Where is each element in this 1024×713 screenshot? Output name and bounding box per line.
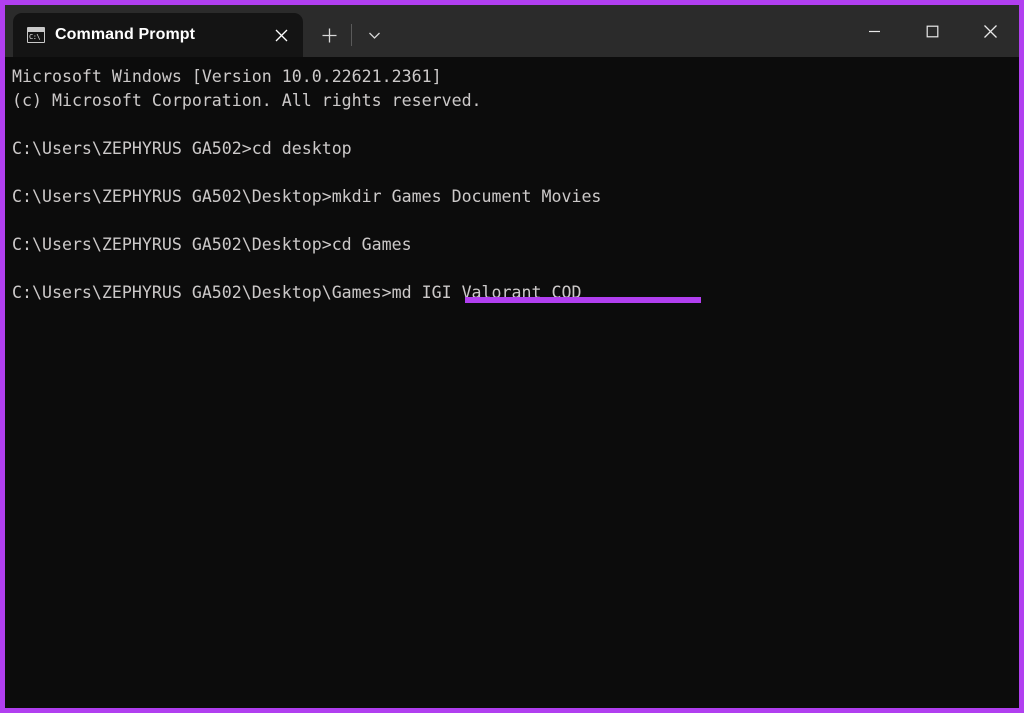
tab-strip-separator <box>351 24 352 46</box>
close-button[interactable] <box>961 5 1019 57</box>
tab-close-icon[interactable] <box>265 19 297 51</box>
new-tab-button[interactable] <box>311 13 347 57</box>
command-prompt-icon-glyph: C:\ <box>29 32 43 42</box>
tab-command-prompt[interactable]: C:\ Command Prompt <box>13 13 303 57</box>
command-prompt-window: C:\ Command Prompt <box>0 0 1024 713</box>
tab-strip: C:\ Command Prompt <box>5 5 845 57</box>
tab-title: Command Prompt <box>55 26 255 44</box>
window-caption-buttons <box>845 5 1019 57</box>
maximize-button[interactable] <box>903 5 961 57</box>
open-dropdown-button[interactable] <box>356 13 392 57</box>
console-output-area[interactable]: Microsoft Windows [Version 10.0.22621.23… <box>5 57 1019 708</box>
console-text: Microsoft Windows [Version 10.0.22621.23… <box>12 65 1019 305</box>
md-command-underline <box>465 297 701 303</box>
minimize-button[interactable] <box>845 5 903 57</box>
title-bar: C:\ Command Prompt <box>5 5 1019 57</box>
command-prompt-icon: C:\ <box>27 27 45 43</box>
